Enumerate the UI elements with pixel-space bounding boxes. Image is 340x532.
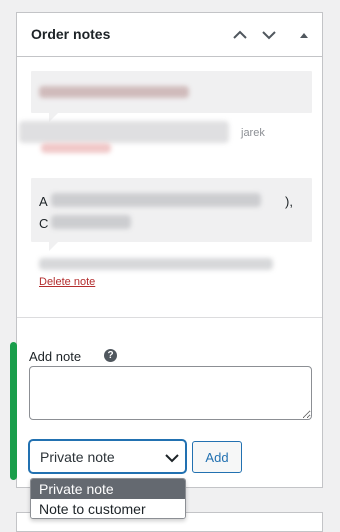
redacted-delete-link bbox=[41, 143, 111, 153]
chevron-up-icon[interactable] bbox=[228, 23, 252, 47]
note-text-start: A bbox=[39, 194, 48, 209]
note-content: A ), C bbox=[31, 178, 312, 251]
panel-header: Order notes bbox=[17, 13, 322, 57]
divider bbox=[17, 317, 322, 318]
option-note-to-customer[interactable]: Note to customer bbox=[31, 499, 185, 518]
note-text-line2: C bbox=[39, 216, 49, 231]
help-icon[interactable]: ? bbox=[104, 349, 117, 362]
redacted-text bbox=[19, 121, 229, 143]
note-type-selected: Private note bbox=[40, 449, 115, 465]
caret-up-icon[interactable] bbox=[292, 23, 316, 47]
note-tail bbox=[49, 241, 59, 251]
redacted-text bbox=[39, 86, 189, 98]
highlight-bar bbox=[10, 342, 17, 480]
add-note-button[interactable]: Add bbox=[192, 441, 242, 473]
add-note-label: Add note bbox=[29, 349, 82, 364]
redacted-note-meta bbox=[39, 258, 273, 270]
redacted-text bbox=[51, 193, 261, 207]
panel-title: Order notes bbox=[31, 26, 111, 42]
delete-note-link[interactable]: Delete note bbox=[39, 276, 95, 288]
note-text-end: ), bbox=[285, 194, 293, 209]
note-meta: jarek bbox=[241, 127, 265, 139]
add-note-textarea[interactable] bbox=[29, 366, 312, 420]
chevron-down-icon[interactable] bbox=[257, 23, 281, 47]
order-notes-panel: Order notes jarek A ), C Delete note Add… bbox=[16, 12, 323, 488]
chevron-down-icon bbox=[165, 450, 179, 468]
option-private-note[interactable]: Private note bbox=[31, 479, 185, 499]
redacted-text bbox=[51, 215, 131, 229]
note-type-select[interactable]: Private note bbox=[29, 440, 186, 473]
note-content bbox=[31, 71, 312, 122]
note-type-dropdown: Private note Note to customer bbox=[30, 478, 186, 519]
